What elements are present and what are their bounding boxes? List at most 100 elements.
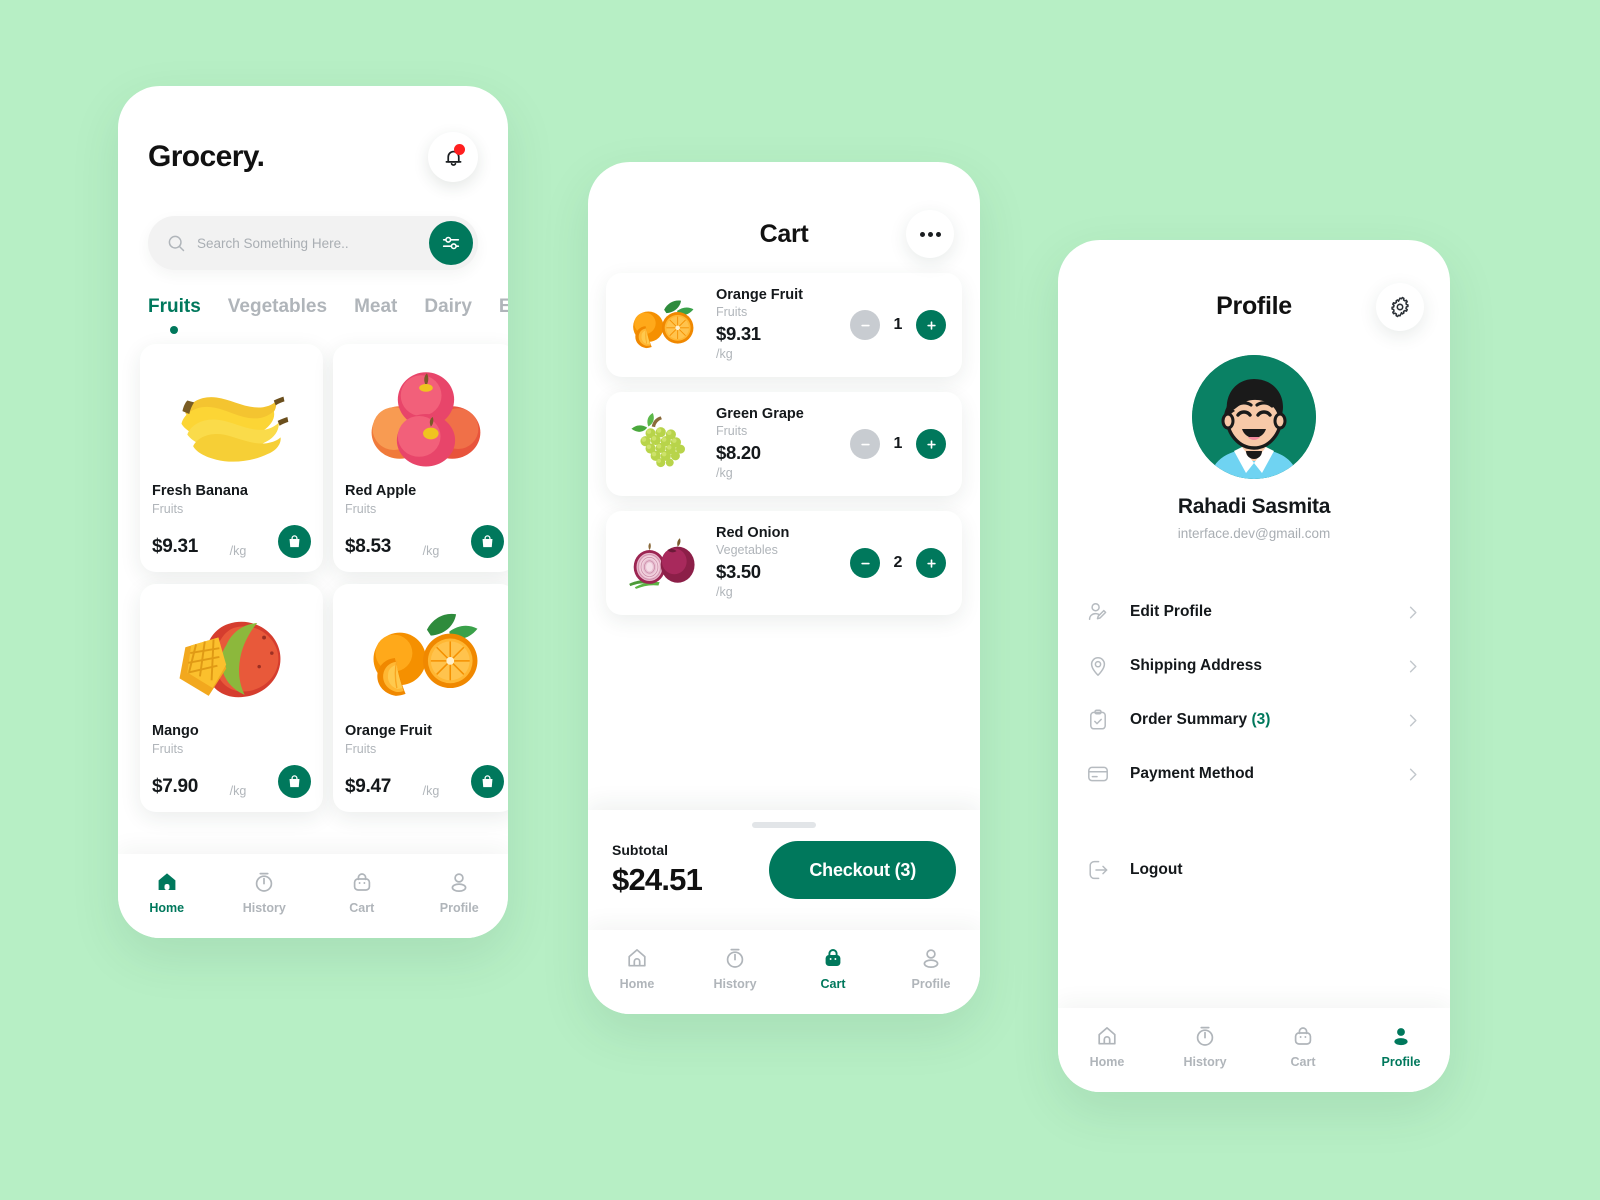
cart-item-category: Fruits xyxy=(716,305,748,319)
increase-quantity-button[interactable] xyxy=(916,429,946,459)
increase-quantity-button[interactable] xyxy=(916,310,946,340)
decrease-quantity-button[interactable] xyxy=(850,548,880,578)
filter-button[interactable] xyxy=(429,221,473,265)
nav-profile[interactable]: Profile xyxy=(411,870,509,915)
product-image xyxy=(345,594,504,717)
chevron-right-icon xyxy=(1403,657,1422,676)
stopwatch-icon xyxy=(1193,1024,1217,1048)
cart-item-unit: /kg xyxy=(716,585,733,599)
search-bar[interactable] xyxy=(148,216,478,270)
cart-item-price: $8.20 xyxy=(716,442,761,463)
tab-dairy[interactable]: Dairy xyxy=(424,296,472,334)
bottom-navigation: Home History Cart Profile xyxy=(588,930,980,1014)
checkout-button[interactable]: Checkout (3) xyxy=(769,841,956,899)
product-price: $9.47 xyxy=(345,776,392,797)
tab-eggs[interactable]: Eggs xyxy=(499,296,508,334)
add-to-cart-button[interactable] xyxy=(277,525,311,558)
home-icon xyxy=(1095,1024,1119,1048)
product-name: Fresh Banana xyxy=(152,483,248,499)
app-logo: Grocery. xyxy=(148,140,265,173)
stopwatch-icon xyxy=(252,870,276,894)
menu-item-label: Logout xyxy=(1130,861,1183,878)
bag-icon xyxy=(286,773,303,790)
menu-item-shipping-address[interactable]: Shipping Address xyxy=(1086,639,1422,693)
nav-cart[interactable]: Cart xyxy=(313,870,411,915)
menu-item-logout[interactable]: Logout xyxy=(1086,843,1422,897)
nav-label: Cart xyxy=(349,901,375,915)
nav-home[interactable]: Home xyxy=(118,870,216,915)
search-icon xyxy=(166,233,187,254)
tab-meat[interactable]: Meat xyxy=(354,296,397,334)
more-horizontal-icon xyxy=(935,231,941,237)
nav-history[interactable]: History xyxy=(216,870,314,915)
bag-icon xyxy=(350,870,374,894)
product-unit: /kg xyxy=(422,544,440,558)
menu-item-payment-method[interactable]: Payment Method xyxy=(1086,747,1422,801)
phone-home-screen: Grocery. Fruits Vegetables Meat Dairy Eg… xyxy=(118,86,508,938)
add-to-cart-button[interactable] xyxy=(470,525,504,558)
clipboard-check-icon xyxy=(1086,708,1110,732)
product-card[interactable]: Orange Fruit Fruits $9.47/kg xyxy=(333,584,508,812)
cart-item-category: Vegetables xyxy=(716,543,778,557)
profile-header: Profile xyxy=(1058,240,1450,331)
add-to-cart-button[interactable] xyxy=(470,765,504,798)
nav-history[interactable]: History xyxy=(1156,1024,1254,1069)
settings-button[interactable] xyxy=(1376,283,1424,331)
notification-badge xyxy=(454,144,465,155)
nav-label: Home xyxy=(1089,1055,1125,1069)
product-price: $7.90 xyxy=(152,776,199,797)
nav-cart[interactable]: Cart xyxy=(784,946,882,991)
more-options-button[interactable] xyxy=(906,210,954,258)
nav-history[interactable]: History xyxy=(686,946,784,991)
cart-item-price: $3.50 xyxy=(716,561,761,582)
tab-vegetables[interactable]: Vegetables xyxy=(228,296,327,334)
avatar-illustration xyxy=(1192,355,1316,479)
product-price: $9.31 xyxy=(152,536,199,557)
decrease-quantity-button[interactable] xyxy=(850,429,880,459)
cart-item-unit: /kg xyxy=(716,466,733,480)
product-name: Mango xyxy=(152,723,199,739)
add-to-cart-button[interactable] xyxy=(277,765,311,798)
product-image xyxy=(152,354,311,477)
product-card[interactable]: Fresh Banana Fruits $9.31/kg xyxy=(140,344,323,572)
drag-handle[interactable] xyxy=(752,822,816,828)
nav-cart[interactable]: Cart xyxy=(1254,1024,1352,1069)
quantity-value: 2 xyxy=(893,554,903,571)
product-name: Red Apple xyxy=(345,483,417,499)
decrease-quantity-button[interactable] xyxy=(850,310,880,340)
increase-quantity-button[interactable] xyxy=(916,548,946,578)
cart-item-name: Orange Fruit xyxy=(716,287,804,303)
product-category: Fruits xyxy=(345,502,377,516)
cart-item-image xyxy=(622,293,704,357)
bag-icon xyxy=(286,533,303,550)
search-input[interactable] xyxy=(187,235,429,251)
product-unit: /kg xyxy=(229,544,247,558)
quantity-stepper: 1 xyxy=(850,310,946,340)
bottom-navigation: Home History Cart Profile xyxy=(1058,1008,1450,1092)
nav-home[interactable]: Home xyxy=(1058,1024,1156,1069)
subtotal-block: Subtotal $24.51 xyxy=(612,842,703,898)
product-card[interactable]: Red Apple Fruits $8.53/kg xyxy=(333,344,508,572)
location-pin-icon xyxy=(1086,654,1110,678)
order-count-badge: (3) xyxy=(1251,711,1271,728)
home-header: Grocery. xyxy=(118,86,508,182)
tab-fruits[interactable]: Fruits xyxy=(148,296,201,334)
chevron-right-icon xyxy=(1403,603,1422,622)
product-card[interactable]: Mango Fruits $7.90/kg xyxy=(140,584,323,812)
nav-profile[interactable]: Profile xyxy=(1352,1024,1450,1069)
home-icon xyxy=(625,946,649,970)
menu-item-order-summary[interactable]: Order Summary (3) xyxy=(1086,693,1422,747)
credit-card-icon xyxy=(1086,762,1110,786)
menu-item-label: Order Summary (3) xyxy=(1130,711,1383,729)
nav-home[interactable]: Home xyxy=(588,946,686,991)
nav-label: Cart xyxy=(1290,1055,1316,1069)
plus-icon xyxy=(924,437,939,452)
notification-button[interactable] xyxy=(428,132,478,182)
menu-item-edit-profile[interactable]: Edit Profile xyxy=(1086,585,1422,639)
product-image xyxy=(152,594,311,717)
person-icon xyxy=(447,870,471,894)
person-icon xyxy=(1389,1024,1413,1048)
menu-item-label: Shipping Address xyxy=(1130,657,1263,674)
avatar[interactable] xyxy=(1192,355,1316,479)
nav-profile[interactable]: Profile xyxy=(882,946,980,991)
